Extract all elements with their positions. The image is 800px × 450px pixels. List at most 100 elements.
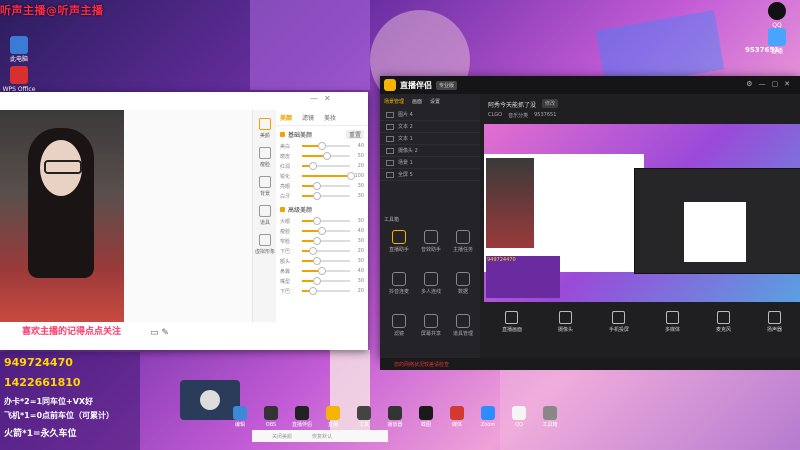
slider-track[interactable] [302, 142, 350, 150]
slider-track[interactable] [302, 287, 350, 295]
camera-toggle-icon[interactable]: ▭ ✎ [150, 328, 169, 338]
source-mic[interactable]: 麦克风 [716, 311, 731, 333]
scene-item[interactable]: 场景 1 [380, 157, 480, 169]
slider-knob[interactable] [313, 237, 322, 245]
slider-track[interactable] [302, 217, 350, 225]
tab-canvas[interactable]: 画面 [412, 98, 422, 105]
live-preview[interactable]: 949724470 [484, 124, 800, 302]
eye-icon[interactable] [386, 123, 394, 130]
slider-knob[interactable] [313, 182, 322, 190]
basic-slider[interactable]: 美白 40 [276, 141, 368, 151]
tool-task[interactable]: 主播任务 [448, 230, 478, 253]
sidebar-item-background[interactable]: 背景 [253, 176, 277, 197]
slider-track[interactable] [302, 192, 350, 200]
sidebar-item-avatar[interactable]: 虚拟形象 [253, 234, 277, 255]
slider-track[interactable] [302, 277, 350, 285]
source-camera[interactable]: 摄像头 [558, 311, 573, 333]
slider-track[interactable] [302, 162, 350, 170]
tool-mic-link[interactable]: 抖音连麦 [384, 272, 414, 295]
advanced-slider[interactable]: 下巴 20 [276, 246, 368, 256]
slider-knob[interactable] [313, 192, 322, 200]
restore-default-button[interactable]: 恢复默认 [312, 433, 332, 440]
basic-slider[interactable]: 白牙 30 [276, 191, 368, 201]
slider-knob[interactable] [318, 142, 327, 150]
tab-scenes[interactable]: 场景管理 [384, 98, 404, 105]
slider-knob[interactable] [347, 172, 355, 180]
advanced-slider[interactable]: 瘦脸 40 [276, 226, 368, 236]
advanced-slider[interactable]: 窄脸 30 [276, 236, 368, 246]
desktop-shortcut[interactable]: 直播 [319, 406, 347, 428]
sidebar-item-beauty[interactable]: 美颜 [253, 118, 277, 139]
advanced-slider[interactable]: 鼻翼 40 [276, 266, 368, 276]
tab-makeup[interactable]: 美妆 [324, 113, 336, 122]
tab-filter[interactable]: 滤镜 [302, 113, 314, 122]
scene-item[interactable]: 摄像头 2 [380, 145, 480, 157]
slider-track[interactable] [302, 267, 350, 275]
desktop-icon-qq[interactable]: QQ [760, 2, 794, 29]
sidebar-item-slim[interactable]: 瘦脸 [253, 147, 277, 168]
basic-slider[interactable]: 红润 20 [276, 161, 368, 171]
desktop-shortcut[interactable]: 媒体 [443, 406, 471, 428]
source-media[interactable]: 多媒体 [665, 311, 680, 333]
tab-settings[interactable]: 设置 [430, 98, 440, 105]
source-speaker[interactable]: 扬声器 [767, 311, 782, 333]
sidebar-item-props[interactable]: 道具 [253, 205, 277, 226]
slider-knob[interactable] [313, 277, 322, 285]
desktop-shortcut[interactable]: QQ [505, 406, 533, 428]
eye-icon[interactable] [386, 159, 394, 166]
slider-knob[interactable] [313, 217, 322, 225]
desktop-icon-wps[interactable]: WPS Office [2, 66, 36, 93]
tool-data[interactable]: 数据 [448, 272, 478, 295]
disable-beauty-toggle[interactable]: 关闭美颜 [272, 433, 292, 440]
scene-item[interactable]: 文本 1 [380, 133, 480, 145]
advanced-slider[interactable]: 下巴 20 [276, 286, 368, 296]
app-window-controls[interactable]: ⚙—▢✕ [746, 80, 796, 88]
slider-knob[interactable] [308, 287, 317, 295]
tab-beauty[interactable]: 美颜 [280, 113, 292, 122]
slider-knob[interactable] [313, 257, 322, 265]
tool-screen[interactable]: 屏幕共享 [416, 314, 446, 337]
basic-slider[interactable]: 锐化 100 [276, 171, 368, 181]
scene-item[interactable]: 图片 4 [380, 109, 480, 121]
desktop-shortcut[interactable]: OBS [257, 406, 285, 428]
tool-audio[interactable]: 音效助手 [416, 230, 446, 253]
scene-item[interactable]: 文本 2 [380, 121, 480, 133]
slider-track[interactable] [302, 257, 350, 265]
desktop-icon-this-pc[interactable]: 此电脑 [2, 36, 36, 63]
desktop-shortcut[interactable]: 工具箱 [536, 406, 564, 428]
slider-knob[interactable] [318, 227, 327, 235]
slider-knob[interactable] [308, 247, 317, 255]
desktop-shortcut[interactable]: 编辑 [226, 406, 254, 428]
desktop-shortcut[interactable]: 直播伴侣 [288, 406, 316, 428]
desktop-shortcut[interactable]: 工具 [350, 406, 378, 428]
tool-filter[interactable]: 滤镜 [384, 314, 414, 337]
tool-assistant[interactable]: 直播助手 [384, 230, 414, 253]
slider-knob[interactable] [323, 152, 331, 160]
source-screen[interactable]: 直播画面 [502, 311, 522, 333]
scene-item[interactable]: 全屏 5 [380, 169, 480, 181]
category-tag[interactable]: CLGO [488, 112, 502, 119]
advanced-slider[interactable]: 大眼 30 [276, 216, 368, 226]
tool-multi[interactable]: 多人连线 [416, 272, 446, 295]
slider-knob[interactable] [318, 267, 327, 275]
slider-track[interactable] [302, 237, 350, 245]
basic-slider[interactable]: 亮眼 30 [276, 181, 368, 191]
slider-track[interactable] [302, 227, 350, 235]
basic-slider[interactable]: 磨皮 50 [276, 151, 368, 161]
source-phone[interactable]: 手机投屏 [609, 311, 629, 333]
advanced-slider[interactable]: 额头 30 [276, 256, 368, 266]
eye-icon[interactable] [386, 135, 394, 142]
window-controls[interactable]: —✕ [310, 94, 337, 103]
slider-track[interactable] [302, 247, 350, 255]
reset-button[interactable]: 重置 [345, 130, 364, 139]
slider-track[interactable] [302, 182, 350, 190]
advanced-slider[interactable]: 嘴型 30 [276, 276, 368, 286]
eye-icon[interactable] [386, 171, 394, 178]
eye-icon[interactable] [386, 147, 394, 154]
tool-props[interactable]: 道具管理 [448, 314, 478, 337]
slider-track[interactable] [302, 172, 355, 180]
desktop-shortcut[interactable]: 播放器 [381, 406, 409, 428]
slider-track[interactable] [302, 152, 350, 160]
desktop-shortcut[interactable]: Zoom [474, 406, 502, 428]
slider-knob[interactable] [308, 162, 317, 170]
